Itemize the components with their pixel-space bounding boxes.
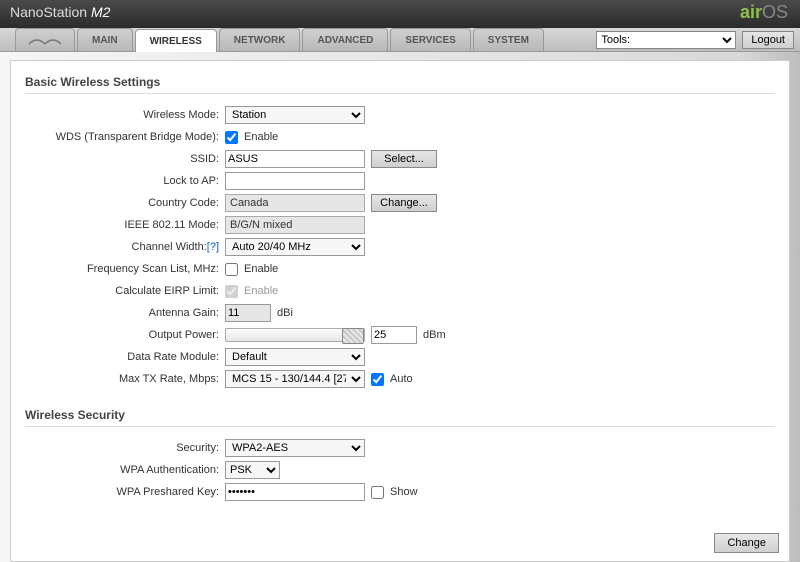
country-label: Country Code:: [25, 197, 225, 209]
maxtx-label: Max TX Rate, Mbps:: [25, 373, 225, 385]
output-power-input[interactable]: [371, 326, 417, 344]
wds-label: WDS (Transparent Bridge Mode):: [25, 131, 225, 143]
ssid-label: SSID:: [25, 153, 225, 165]
ssid-select-button[interactable]: Select...: [371, 150, 437, 168]
content-panel: Basic Wireless Settings Wireless Mode: S…: [10, 60, 790, 562]
freqscan-label: Frequency Scan List, MHz:: [25, 263, 225, 275]
wpa-auth-label: WPA Authentication:: [25, 464, 225, 476]
section-basic-title: Basic Wireless Settings: [25, 75, 775, 94]
tab-system[interactable]: SYSTEM: [473, 28, 544, 51]
nav-right: Tools: Logout: [596, 31, 794, 49]
section-security-title: Wireless Security: [25, 408, 775, 427]
tab-network[interactable]: NETWORK: [219, 28, 301, 51]
country-change-button[interactable]: Change...: [371, 194, 437, 212]
wpa-auth-select[interactable]: PSK: [225, 461, 280, 479]
wireless-mode-label: Wireless Mode:: [25, 109, 225, 121]
freqscan-enable-text: Enable: [244, 263, 278, 275]
wireless-mode-select[interactable]: Station: [225, 106, 365, 124]
antenna-gain-unit: dBi: [277, 307, 293, 319]
chanwidth-select[interactable]: Auto 20/40 MHz: [225, 238, 365, 256]
brand-label: NanoStation M2: [10, 4, 110, 20]
brand-name-text: NanoStation: [10, 4, 87, 20]
logo-airos: airOS: [740, 2, 788, 23]
drm-select[interactable]: Default: [225, 348, 365, 366]
country-value: Canada: [225, 194, 365, 212]
page-background: Basic Wireless Settings Wireless Mode: S…: [0, 52, 800, 562]
lock-ap-input[interactable]: [225, 172, 365, 190]
maxtx-select[interactable]: MCS 15 - 130/144.4 [270: [225, 370, 365, 388]
wds-enable-text: Enable: [244, 131, 278, 143]
tools-select[interactable]: Tools:: [596, 31, 736, 49]
antenna-gain-label: Antenna Gain:: [25, 307, 225, 319]
ieee-label: IEEE 802.11 Mode:: [25, 219, 225, 231]
brand-model-text: M2: [91, 4, 110, 20]
slider-thumb-icon[interactable]: [342, 328, 364, 344]
nav-logo-tab[interactable]: [15, 28, 75, 51]
basic-form: Wireless Mode: Station WDS (Transparent …: [25, 104, 775, 390]
chanwidth-text: Channel Width:: [132, 241, 207, 253]
tab-main-label: MAIN: [92, 35, 118, 46]
lock-ap-label: Lock to AP:: [25, 175, 225, 187]
maxtx-auto-checkbox[interactable]: [371, 373, 384, 386]
security-label: Security:: [25, 442, 225, 454]
top-header: NanoStation M2 airOS: [0, 0, 800, 28]
logout-button[interactable]: Logout: [742, 31, 794, 49]
output-power-label: Output Power:: [25, 329, 225, 341]
chanwidth-help-link[interactable]: [?]: [207, 241, 219, 253]
show-key-checkbox[interactable]: [371, 486, 384, 499]
tab-advanced[interactable]: ADVANCED: [302, 28, 388, 51]
ssid-input[interactable]: [225, 150, 365, 168]
logo-os: OS: [762, 2, 788, 22]
tab-wireless[interactable]: WIRELESS: [135, 29, 217, 52]
security-select[interactable]: WPA2-AES: [225, 439, 365, 457]
change-footer-button[interactable]: Change: [714, 533, 779, 553]
show-key-text: Show: [390, 486, 418, 498]
ieee-value: B/G/N mixed: [225, 216, 365, 234]
logo-air: air: [740, 2, 762, 22]
eirp-label: Calculate EIRP Limit:: [25, 285, 225, 297]
tab-advanced-label: ADVANCED: [317, 35, 373, 46]
tab-services-label: SERVICES: [405, 35, 455, 46]
nav-bar: MAIN WIRELESS NETWORK ADVANCED SERVICES …: [0, 28, 800, 52]
freqscan-checkbox[interactable]: [225, 263, 238, 276]
tab-main[interactable]: MAIN: [77, 28, 133, 51]
antenna-gain-input: [225, 304, 271, 322]
security-form: Security: WPA2-AES WPA Authentication: P…: [25, 437, 775, 503]
drm-label: Data Rate Module:: [25, 351, 225, 363]
output-power-slider[interactable]: [225, 328, 365, 342]
tab-system-label: SYSTEM: [488, 35, 529, 46]
wpa-key-input[interactable]: [225, 483, 365, 501]
antenna-icon: [27, 34, 63, 46]
wpa-key-label: WPA Preshared Key:: [25, 486, 225, 498]
eirp-checkbox: [225, 285, 238, 298]
wds-enable-checkbox[interactable]: [225, 131, 238, 144]
tab-network-label: NETWORK: [234, 35, 286, 46]
output-power-unit: dBm: [423, 329, 446, 341]
eirp-enable-text: Enable: [244, 285, 278, 297]
tab-wireless-label: WIRELESS: [150, 36, 202, 47]
chanwidth-label: Channel Width:[?]: [25, 241, 225, 253]
tab-services[interactable]: SERVICES: [390, 28, 470, 51]
maxtx-auto-text: Auto: [390, 373, 413, 385]
